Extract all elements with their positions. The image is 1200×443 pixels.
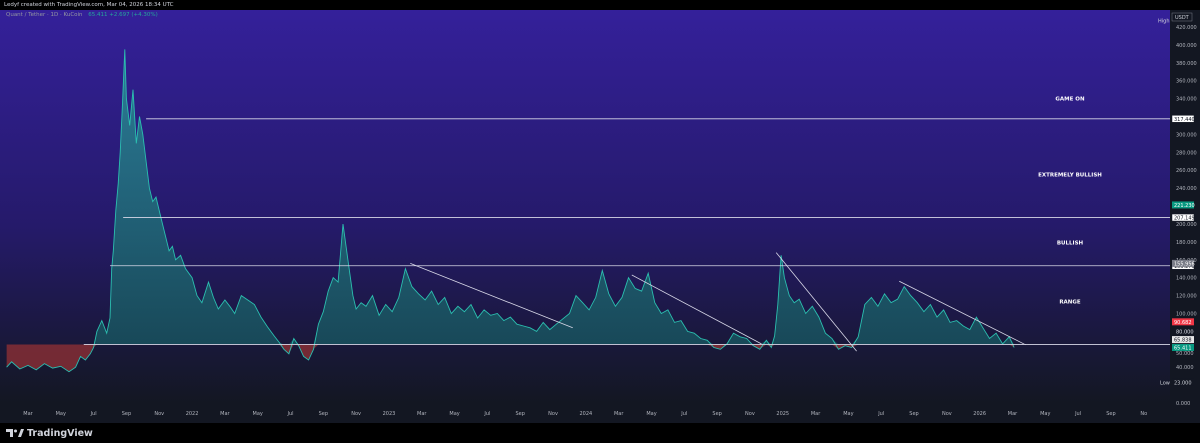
x-tick-label: Jul xyxy=(877,411,884,417)
y-tick-label: 360.000 xyxy=(1176,79,1197,85)
x-tick-label: Jul xyxy=(286,411,293,417)
y-tick-label: 200.000 xyxy=(1176,222,1197,228)
price-tag-label: 155.956 xyxy=(1174,261,1195,267)
y-tick-label: 380.000 xyxy=(1176,61,1197,67)
x-tick-label: Nov xyxy=(942,411,952,417)
x-tick-label: 2026 xyxy=(973,411,986,417)
symbol-legend: Quant / Tether · 1D · KuCoin 65.411 +2.6… xyxy=(6,12,158,18)
x-tick-label: Sep xyxy=(1106,411,1115,417)
x-tick-label: May xyxy=(253,411,263,417)
x-tick-label: Sep xyxy=(909,411,918,417)
y-tick-label: 140.000 xyxy=(1176,276,1197,282)
x-tick-label: Jul xyxy=(90,411,97,417)
x-tick-label: Jul xyxy=(483,411,490,417)
zone-label-0: GAME ON xyxy=(1055,96,1085,102)
y-tick-label-extra: 50.000 xyxy=(1176,351,1194,357)
y-tick-label: 100.000 xyxy=(1176,311,1197,317)
brand-name: TradingView xyxy=(27,427,93,439)
x-tick-label: Mar xyxy=(23,411,33,417)
x-tick-label: Nov xyxy=(548,411,558,417)
symbol-name: Quant / Tether · 1D · KuCoin xyxy=(6,12,83,18)
y-tick-label: 420.000 xyxy=(1176,25,1197,31)
x-tick-label: No xyxy=(1140,411,1147,417)
watermark-bar: Ledyf created with TradingView.com, Mar … xyxy=(0,0,1200,10)
high-label: High xyxy=(1158,19,1170,25)
zone-label-1: EXTREMELY BULLISH xyxy=(1038,173,1102,179)
y-tick-label: 120.000 xyxy=(1176,294,1197,300)
price-chart[interactable]: GAME ON EXTREMELY BULLISH BULLISH RANGE 0.00… xyxy=(0,10,1200,423)
zone-label-2: BULLISH xyxy=(1057,241,1084,247)
x-tick-label: Sep xyxy=(712,411,721,417)
level-tag-label: 317.440 xyxy=(1174,117,1195,123)
x-tick-label: Mar xyxy=(1008,411,1018,417)
price-tag-label: 65.838 xyxy=(1174,338,1192,344)
x-tick-label: May xyxy=(1040,411,1050,417)
x-tick-label: Sep xyxy=(516,411,525,417)
x-tick-label: Nov xyxy=(351,411,361,417)
x-tick-label: 2024 xyxy=(579,411,592,417)
y-tick-label-extra: 80.000 xyxy=(1176,329,1194,335)
level-tag-label: 207.149 xyxy=(1174,216,1195,222)
x-tick-label: Jul xyxy=(1074,411,1081,417)
y-tick-label: 260.000 xyxy=(1176,168,1197,174)
x-tick-label: 2023 xyxy=(383,411,396,417)
price-tag-label: 23.000 xyxy=(1174,380,1192,386)
zone-label-3: RANGE xyxy=(1059,300,1081,306)
y-tick-label: 400.000 xyxy=(1176,43,1197,49)
watermark-text: Ledyf created with TradingView.com, Mar … xyxy=(4,2,174,8)
y-tick-label: 0.000 xyxy=(1176,401,1190,407)
x-tick-label: May xyxy=(646,411,656,417)
y-tick-label: 300.000 xyxy=(1176,132,1197,138)
y-tick-label: 40.000 xyxy=(1176,365,1194,371)
x-tick-label: 2022 xyxy=(186,411,199,417)
x-tick-label: Nov xyxy=(154,411,164,417)
x-tick-label: May xyxy=(843,411,853,417)
x-tick-label: Mar xyxy=(614,411,624,417)
tradingview-logo[interactable]: TradingView xyxy=(6,427,93,439)
price-tag-label: 90.682 xyxy=(1174,320,1192,326)
x-tick-label: May xyxy=(449,411,459,417)
x-tick-label: Sep xyxy=(122,411,131,417)
currency-label: USDT xyxy=(1175,15,1190,21)
x-tick-label: Nov xyxy=(745,411,755,417)
x-tick-label: May xyxy=(56,411,66,417)
x-tick-label: 2025 xyxy=(776,411,789,417)
tradingview-icon xyxy=(6,429,24,437)
y-tick-label: 180.000 xyxy=(1176,240,1197,246)
price-tag-label: 65.411 xyxy=(1174,345,1192,351)
x-tick-label: Mar xyxy=(220,411,230,417)
x-tick-label: Mar xyxy=(417,411,427,417)
y-tick-label: 340.000 xyxy=(1176,97,1197,103)
x-tick-label: Mar xyxy=(811,411,821,417)
y-tick-label: 240.000 xyxy=(1176,186,1197,192)
low-label: Low xyxy=(1160,380,1170,386)
branding-bar: TradingView xyxy=(0,423,1200,443)
price-tag-label: 221.230 xyxy=(1174,203,1195,209)
y-tick-label: 280.000 xyxy=(1176,150,1197,156)
symbol-change: 65.411 +2.697 (+4.30%) xyxy=(88,12,158,18)
x-tick-label: Jul xyxy=(680,411,687,417)
x-tick-label: Sep xyxy=(319,411,328,417)
